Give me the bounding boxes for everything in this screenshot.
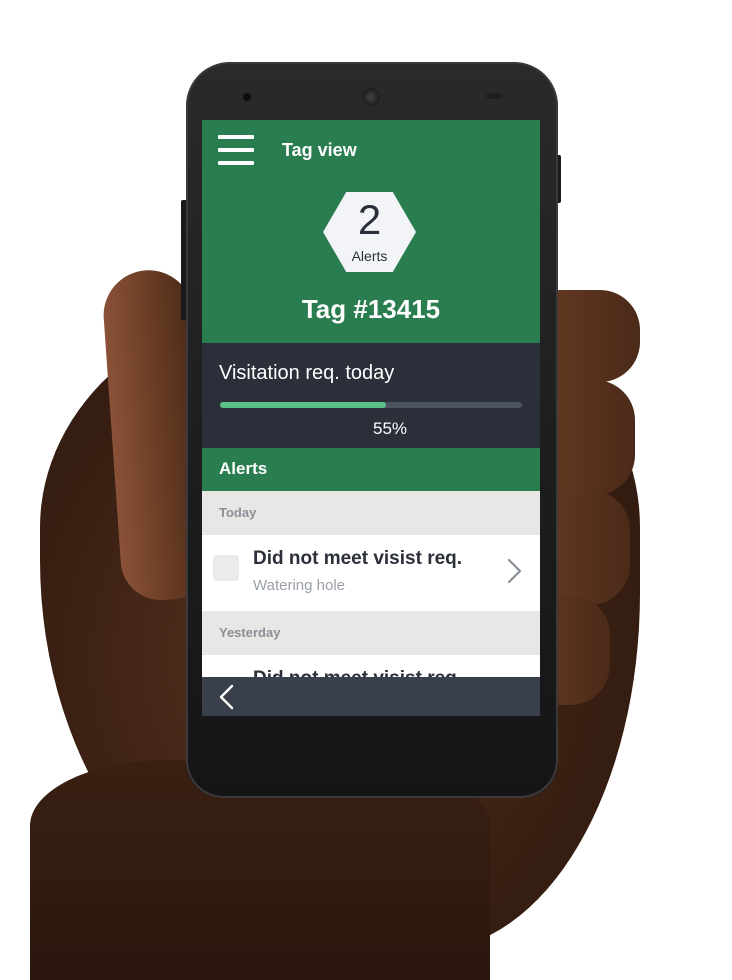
visitation-progress-fill	[220, 402, 387, 408]
alert-row[interactable]: Did not meet visist req. Watering hole	[202, 535, 540, 611]
visitation-panel: Visitation req. today 55%	[202, 343, 540, 448]
group-header-today: Today	[202, 491, 540, 535]
alerts-section-header: Alerts	[202, 448, 540, 491]
checkbox-icon[interactable]	[213, 555, 239, 581]
alerts-section-title: Alerts	[219, 459, 268, 478]
page-title: Tag view	[282, 140, 357, 160]
chevron-right-icon[interactable]	[504, 557, 524, 585]
alert-count: 2	[357, 196, 382, 243]
front-camera	[243, 93, 251, 101]
bottom-navigation-bar	[202, 677, 540, 716]
tag-header: Tag view 2 Alerts Tag #13415	[202, 120, 540, 343]
visitation-percent: 55%	[372, 419, 408, 438]
tag-title: Tag #13415	[301, 294, 441, 324]
visitation-progress-bar	[220, 402, 522, 408]
phone-screen: Tag view 2 Alerts Tag #13415 Visitation …	[202, 120, 540, 716]
phone-earpiece	[362, 88, 380, 106]
group-label: Yesterday	[219, 625, 281, 640]
visitation-label: Visitation req. today	[219, 362, 395, 384]
alert-count-label: Alerts	[351, 248, 388, 264]
alert-subtitle: Watering hole	[253, 577, 345, 594]
group-header-yesterday: Yesterday	[202, 611, 540, 655]
hamburger-menu-icon[interactable]	[218, 135, 254, 167]
alert-count-badge[interactable]: 2 Alerts	[323, 192, 416, 272]
alert-title: Did not meet visist req.	[253, 548, 463, 569]
proximity-sensor	[486, 93, 502, 99]
chevron-left-icon[interactable]	[216, 684, 238, 710]
group-label: Today	[219, 505, 257, 520]
